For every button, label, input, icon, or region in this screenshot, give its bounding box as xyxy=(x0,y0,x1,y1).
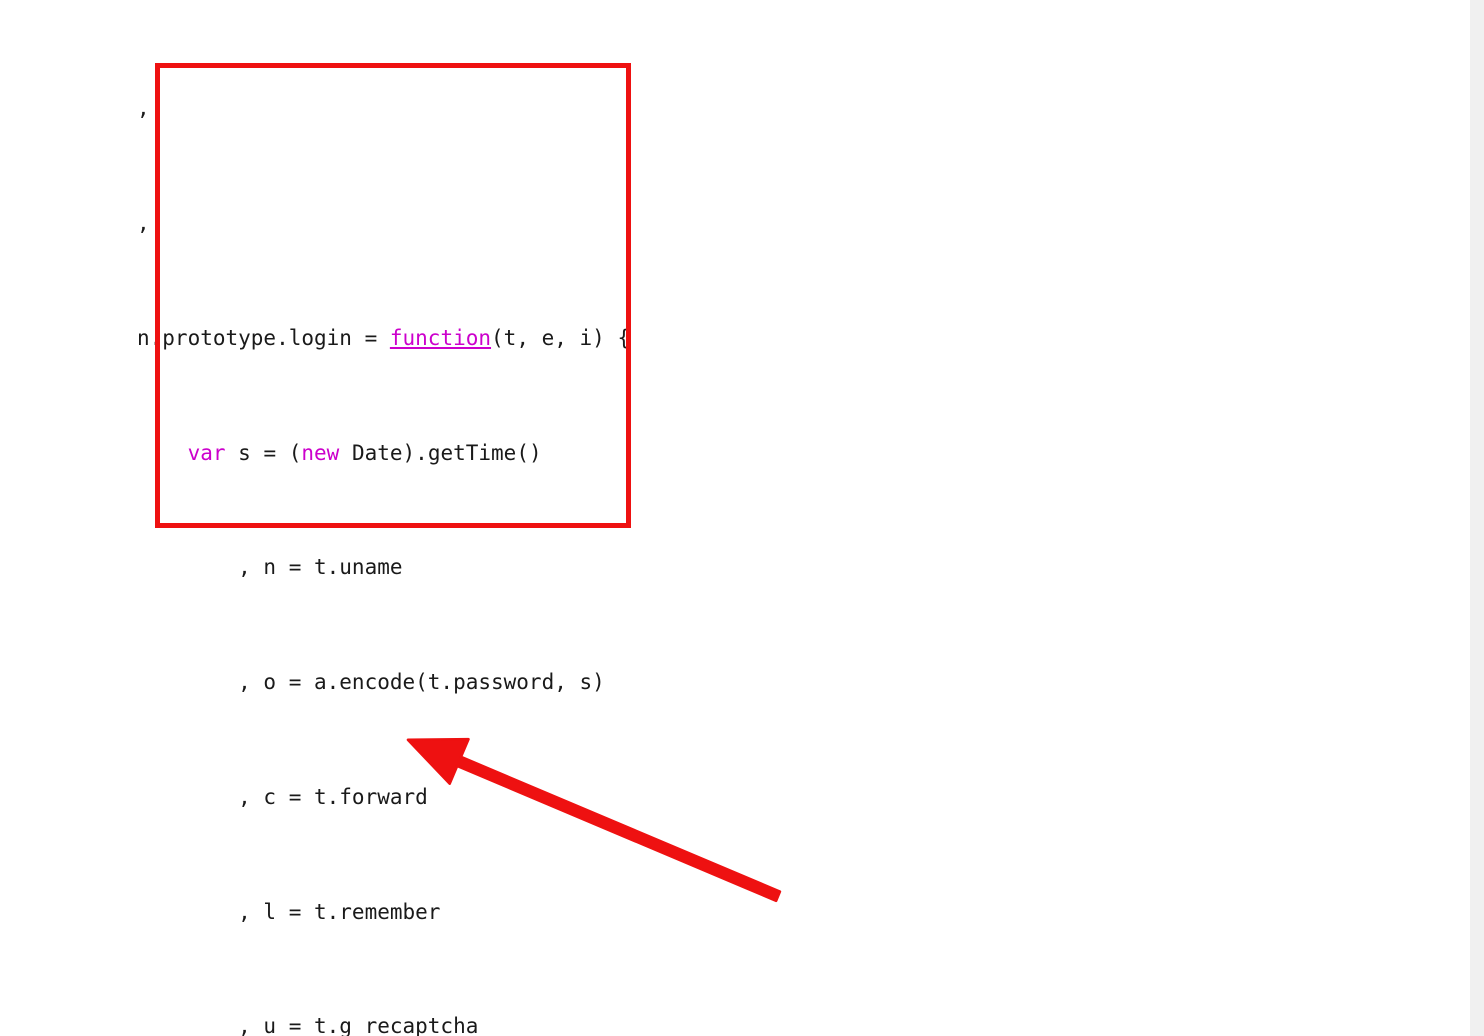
code-surface[interactable]: , , n.prototype.login = function(t, e, i… xyxy=(0,0,1470,1036)
code-line: var s = (new Date).getTime() xyxy=(187,440,542,465)
code-line: , l = t.remember xyxy=(137,899,441,924)
code-line: , xyxy=(137,96,150,121)
code-line: , n = t.uname xyxy=(137,555,403,580)
code-line: , xyxy=(137,210,150,235)
code-line: , u = t.g_recaptcha xyxy=(137,1014,479,1036)
vertical-scrollbar-track[interactable] xyxy=(1470,0,1484,1036)
code-line: n.prototype.login = function(t, e, i) { xyxy=(137,325,631,350)
code-listing[interactable]: , , n.prototype.login = function(t, e, i… xyxy=(137,8,1470,1036)
code-line: , c = t.forward xyxy=(137,784,428,809)
code-viewer-screenshot: , , n.prototype.login = function(t, e, i… xyxy=(0,0,1484,1036)
code-line: , o = a.encode(t.password, s) xyxy=(137,670,605,695)
